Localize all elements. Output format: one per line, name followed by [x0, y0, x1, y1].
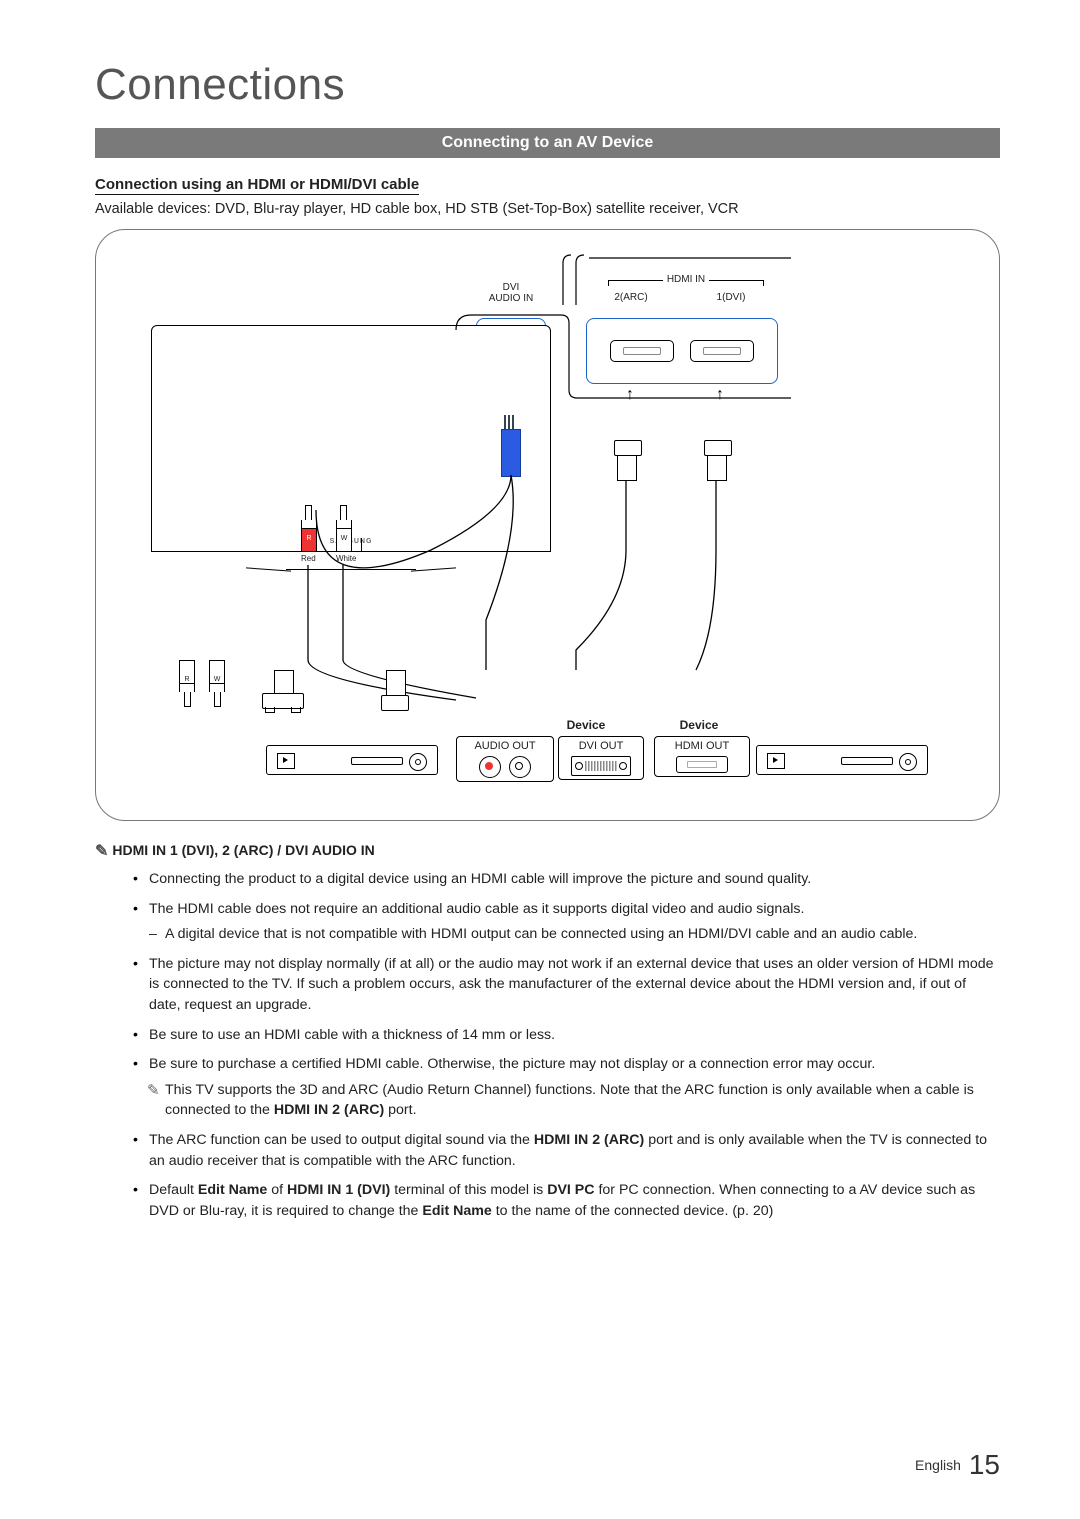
hdmi-out-box: HDMI OUT: [654, 736, 750, 777]
audio-plug-icon: [501, 415, 519, 477]
available-devices-text: Available devices: DVD, Blu-ray player, …: [95, 201, 1000, 217]
device-label-right: Device: [654, 718, 744, 732]
note-text: Default: [149, 1182, 198, 1198]
audio-in-label: AUDIO IN: [489, 293, 533, 304]
hdmi-2-arc-label: 2(ARC): [596, 292, 666, 303]
note-item: Be sure to use an HDMI cable with a thic…: [133, 1025, 1000, 1046]
note-bold: Edit Name: [198, 1182, 267, 1198]
note-text: The ARC function can be used to output d…: [149, 1132, 534, 1148]
hdmi-connector-icon: [614, 440, 640, 481]
rca-plug-bottom-icon: W: [211, 660, 225, 707]
dvi-port-icon: [571, 756, 631, 776]
av-device-box-right: [756, 745, 928, 775]
rca-jack-white-icon: [509, 756, 531, 778]
rca-white-label: White: [336, 554, 350, 563]
note-bold: HDMI IN 2 (ARC): [534, 1132, 644, 1148]
footer-lang: English: [915, 1457, 961, 1473]
note-text: Be sure to purchase a certified HDMI cab…: [149, 1056, 875, 1072]
rca-plug-red-icon: R Red: [301, 505, 315, 563]
rca-plug-bottom-icon: R: [181, 660, 195, 707]
note-text: The HDMI cable does not require an addit…: [149, 901, 804, 917]
arrow-up-icon: ↑: [716, 386, 724, 404]
note-subitem: A digital device that is not compatible …: [149, 924, 1000, 945]
banner-heading: Connecting to an AV Device: [95, 128, 1000, 158]
note-item: Be sure to purchase a certified HDMI cab…: [133, 1054, 1000, 1121]
page-footer: English 15: [915, 1449, 1000, 1481]
hdmi-2-arc-port-icon: [610, 340, 674, 362]
notes-title-text: HDMI IN 1 (DVI), 2 (ARC) / DVI AUDIO IN: [112, 842, 374, 858]
note-item: The HDMI cable does not require an addit…: [133, 899, 1000, 945]
footer-page-number: 15: [969, 1449, 1000, 1480]
audio-out-label: AUDIO OUT: [465, 740, 545, 752]
note-bold: HDMI IN 1 (DVI): [287, 1182, 390, 1198]
disc-slot-icon: [841, 757, 893, 765]
hdmi-1-dvi-label: 1(DVI): [696, 292, 766, 303]
section-title: Connections: [95, 60, 1000, 110]
rca-w-mark: W: [210, 670, 224, 683]
note-subitem: This TV supports the 3D and ARC (Audio R…: [149, 1080, 1000, 1121]
rca-jack-red-icon: [479, 756, 501, 778]
play-button-icon: [277, 753, 295, 769]
note-item: The ARC function can be used to output d…: [133, 1130, 1000, 1171]
note-item: The picture may not display normally (if…: [133, 954, 1000, 1016]
rca-red-label: Red: [301, 554, 315, 563]
note-bold: HDMI IN 2 (ARC): [274, 1102, 384, 1118]
hdmi-in-text: HDMI IN: [663, 274, 709, 285]
dvi-out-label: DVI OUT: [567, 740, 635, 752]
play-button-icon: [767, 753, 785, 769]
notes-list: Connecting the product to a digital devi…: [133, 869, 1000, 1221]
subheading-block: Connection using an HDMI or HDMI/DVI cab…: [95, 176, 1000, 197]
notes-heading: ✎HDMI IN 1 (DVI), 2 (ARC) / DVI AUDIO IN: [95, 841, 1000, 861]
hdmi-1-dvi-port-icon: [690, 340, 754, 362]
device-label-left: Device: [541, 718, 631, 732]
note-bold: Edit Name: [422, 1203, 491, 1219]
rca-w-mark: W: [337, 529, 351, 542]
manual-page: Connections Connecting to an AV Device C…: [0, 0, 1080, 1519]
hdmi-connector-icon: [383, 670, 409, 711]
hdmi-out-label: HDMI OUT: [663, 740, 741, 752]
disc-icon: [899, 753, 917, 771]
hdmi-connector-icon: [704, 440, 730, 481]
note-item: Default Edit Name of HDMI IN 1 (DVI) ter…: [133, 1180, 1000, 1221]
dvi-out-box: DVI OUT: [558, 736, 644, 780]
disc-icon: [409, 753, 427, 771]
dvi-connector-icon: [264, 670, 304, 709]
rca-r-mark: R: [180, 670, 194, 683]
audio-out-box: AUDIO OUT: [456, 736, 554, 782]
note-bold: DVI PC: [547, 1182, 594, 1198]
pencil-icon: ✎: [95, 841, 108, 861]
av-device-box-left: [266, 745, 438, 775]
note-text: terminal of this model is: [390, 1182, 547, 1198]
hdmi-port-icon: [676, 756, 728, 773]
note-text: of: [267, 1182, 287, 1198]
rca-plug-white-icon: W White: [336, 505, 350, 563]
connection-subhead: Connection using an HDMI or HDMI/DVI cab…: [95, 176, 419, 195]
note-item: Connecting the product to a digital devi…: [133, 869, 1000, 890]
connection-diagram: DVI AUDIO IN HDMI IN 2(ARC) 1(DVI) ↑ ↑ ↑…: [95, 229, 1000, 821]
arrow-up-icon: ↑: [626, 386, 634, 404]
hdmi-in-ports: [586, 318, 778, 384]
dvi-label: DVI: [503, 282, 520, 293]
note-text: port.: [384, 1102, 416, 1118]
disc-slot-icon: [351, 757, 403, 765]
note-text: to the name of the connected device. (p.…: [492, 1203, 774, 1219]
dvi-audio-in-label: DVI AUDIO IN: [471, 282, 551, 304]
rca-r-mark: R: [302, 529, 316, 542]
